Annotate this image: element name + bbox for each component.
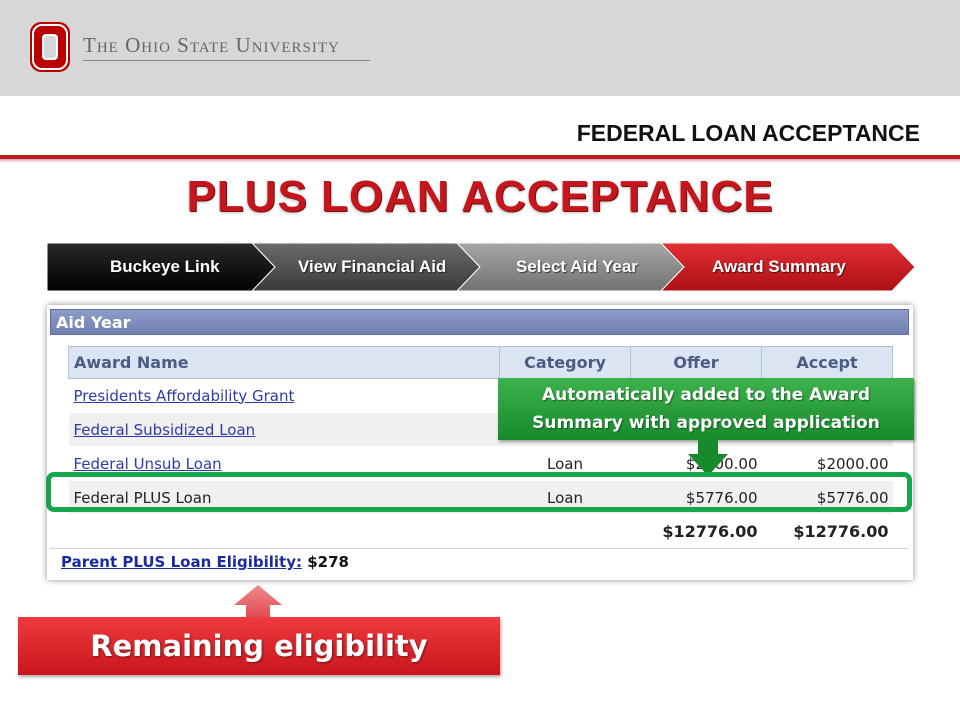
auto-added-callout: Automatically added to the Award Summary… <box>498 378 914 440</box>
parent-plus-eligibility-link[interactable]: Parent PLUS Loan Eligibility: <box>61 553 302 571</box>
crumb-buckeye-link[interactable]: Buckeye Link <box>110 257 220 277</box>
crumb-award-summary[interactable]: Award Summary <box>712 257 846 277</box>
award-link-subsidized-loan[interactable]: Federal Subsidized Loan <box>74 421 256 439</box>
header-divider-shadow <box>0 159 960 163</box>
table-row-totals: $12776.00 $12776.00 <box>68 514 893 549</box>
panel-divider <box>50 548 909 549</box>
col-accept: Accept <box>761 346 893 379</box>
crumb-select-aid-year[interactable]: Select Aid Year <box>516 257 638 277</box>
total-offer: $12776.00 <box>630 514 762 549</box>
down-arrow-icon <box>688 440 728 476</box>
breadcrumb: Buckeye Link View Financial Aid Select A… <box>47 243 917 291</box>
university-name: The Ohio State University <box>83 33 340 57</box>
award-link-unsub-loan[interactable]: Federal Unsub Loan <box>74 455 222 473</box>
total-accept: $12776.00 <box>761 514 893 549</box>
crumb-view-financial-aid[interactable]: View Financial Aid <box>298 257 446 277</box>
up-arrow-icon <box>234 585 282 621</box>
callout-line-1: Automatically added to the Award <box>541 385 871 405</box>
col-award-name: Award Name <box>68 346 500 379</box>
header-band: The Ohio State University <box>0 0 960 96</box>
osu-block-o-logo-icon <box>30 22 70 72</box>
col-offer: Offer <box>630 346 762 379</box>
col-category: Category <box>499 346 631 379</box>
award-table: Award Name Category Offer Accept Preside… <box>68 346 893 549</box>
award-link-presidents-grant[interactable]: Presidents Affordability Grant <box>74 387 295 405</box>
university-rule <box>83 60 370 61</box>
aid-year-panel: Aid Year Award Name Category Offer Accep… <box>47 305 913 580</box>
eligibility-value: $278 <box>307 553 349 571</box>
aid-year-header: Aid Year <box>50 309 909 335</box>
plus-eligibility: Parent PLUS Loan Eligibility: $278 <box>61 553 349 571</box>
section-title: FEDERAL LOAN ACCEPTANCE <box>576 120 920 146</box>
plus-loan-highlight-box <box>46 472 912 512</box>
remaining-eligibility-callout: Remaining eligibility <box>18 617 500 675</box>
slide-title: PLUS LOAN ACCEPTANCE <box>186 172 774 221</box>
callout-line-2: Summary with approved application <box>532 413 880 433</box>
